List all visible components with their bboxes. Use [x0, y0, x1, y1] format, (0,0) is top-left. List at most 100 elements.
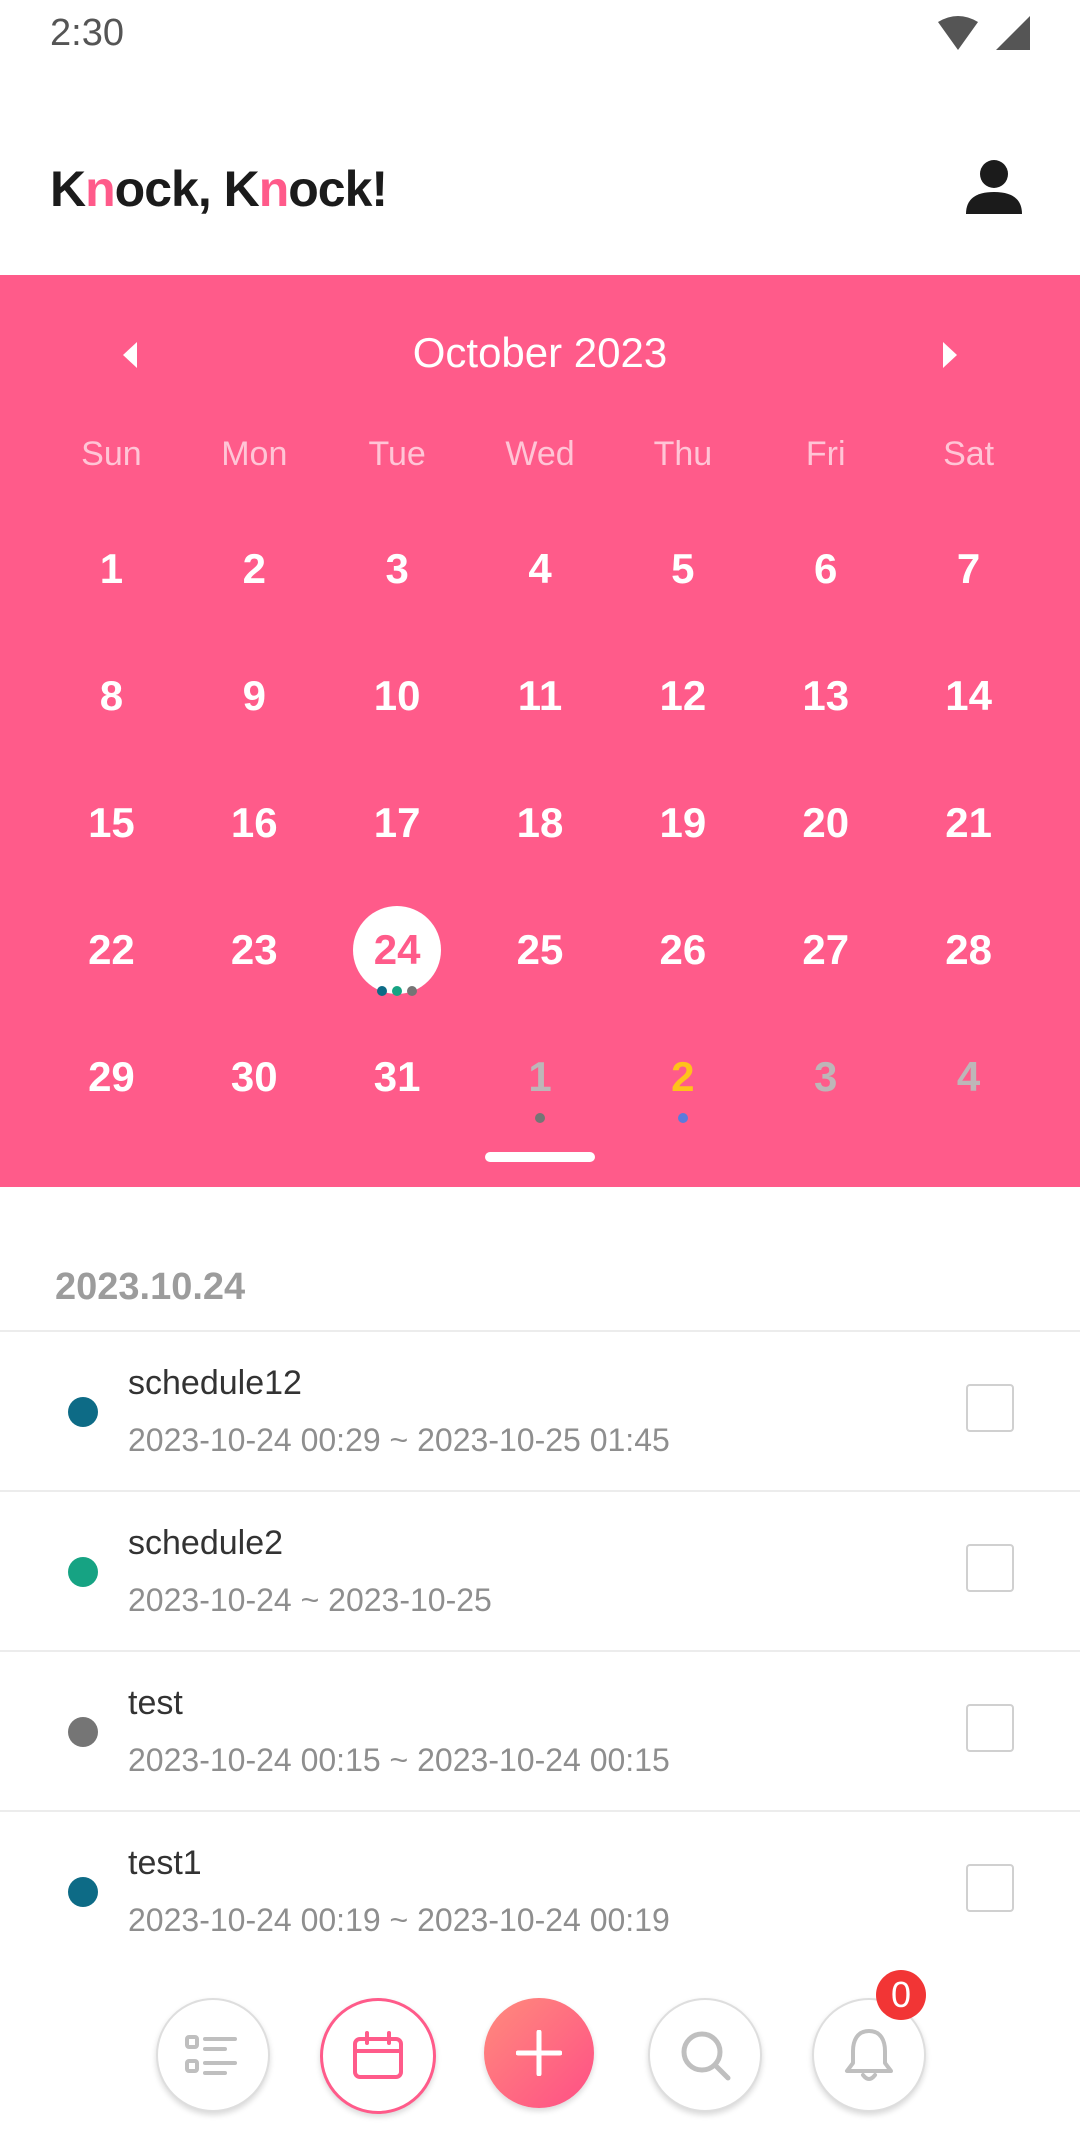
- calendar-day[interactable]: 2: [183, 511, 326, 638]
- signal-wifi-icon: [938, 16, 1030, 50]
- schedule-title: test: [128, 1684, 183, 1722]
- calendar-day[interactable]: 9: [183, 638, 326, 765]
- event-dot: [535, 1113, 545, 1123]
- list-view-button[interactable]: [156, 1998, 270, 2112]
- calendar-day[interactable]: 23: [183, 892, 326, 1019]
- calendar-day[interactable]: 14: [897, 638, 1040, 765]
- profile-icon[interactable]: [964, 156, 1024, 216]
- calendar-week: 8 9 10 11 12 13 14: [40, 638, 1040, 765]
- selected-date-label: 2023.10.24: [55, 1266, 246, 1308]
- weekday-label: Fri: [805, 435, 846, 473]
- schedule-range: 2023-10-24 00:19 ~ 2023-10-24 00:19: [128, 1902, 670, 1938]
- schedule-range: 2023-10-24 00:15 ~ 2023-10-24 00:15: [128, 1742, 670, 1778]
- calendar-day-next-month[interactable]: 3: [754, 1019, 897, 1146]
- calendar-day-next-month[interactable]: 4: [897, 1019, 1040, 1146]
- calendar-icon: [353, 2031, 403, 2079]
- calendar-day[interactable]: 26: [611, 892, 754, 1019]
- calendar-view-button[interactable]: [320, 1998, 436, 2114]
- calendar-day[interactable]: 1: [40, 511, 183, 638]
- calendar-day[interactable]: 11: [469, 638, 612, 765]
- weekday-label: Thu: [653, 435, 713, 473]
- schedule-title: schedule2: [128, 1524, 284, 1562]
- schedule-list: schedule12 2023-10-24 00:29 ~ 2023-10-25…: [0, 1330, 1080, 1970]
- calendar-day[interactable]: 16: [183, 765, 326, 892]
- color-marker: [68, 1877, 98, 1907]
- weekday-label: Tue: [368, 435, 426, 473]
- app-header: Knock, Knock!: [0, 120, 1080, 250]
- search-icon: [681, 2031, 731, 2081]
- calendar-day[interactable]: 22: [40, 892, 183, 1019]
- calendar-drag-handle[interactable]: [485, 1152, 595, 1162]
- schedule-range: 2023-10-24 00:29 ~ 2023-10-25 01:45: [128, 1422, 670, 1458]
- notifications-button[interactable]: 0: [812, 1970, 926, 2112]
- calendar-day[interactable]: 18: [469, 765, 612, 892]
- schedule-title: schedule12: [128, 1364, 302, 1402]
- month-title: October 2023: [412, 329, 668, 376]
- schedule-checkbox[interactable]: [966, 1544, 1014, 1592]
- schedule-item[interactable]: test1 2023-10-24 00:19 ~ 2023-10-24 00:1…: [0, 1810, 1080, 1970]
- schedule-item[interactable]: schedule12 2023-10-24 00:29 ~ 2023-10-25…: [0, 1330, 1080, 1490]
- bottom-nav: 0: [0, 1970, 1080, 2120]
- event-dot: [677, 1113, 688, 1123]
- event-dot: [377, 986, 388, 996]
- calendar-day[interactable]: 27: [754, 892, 897, 1019]
- calendar-day[interactable]: 13: [754, 638, 897, 765]
- calendar-day-next-month[interactable]: 2: [611, 1019, 754, 1146]
- calendar-day[interactable]: 28: [897, 892, 1040, 1019]
- event-dot: [392, 986, 403, 996]
- calendar-day[interactable]: 20: [754, 765, 897, 892]
- calendar-day[interactable]: 29: [40, 1019, 183, 1146]
- weekday-label: Mon: [221, 435, 288, 473]
- next-month-button[interactable]: [920, 325, 980, 385]
- calendar-grid: 1 2 3 4 5 6 7 8 9 10 11 12 13 14 15 16 1…: [40, 511, 1040, 1146]
- schedule-item[interactable]: test 2023-10-24 00:15 ~ 2023-10-24 00:15: [0, 1650, 1080, 1810]
- calendar-day[interactable]: 21: [897, 765, 1040, 892]
- calendar-day-selected[interactable]: 24: [326, 892, 469, 1019]
- calendar-day[interactable]: 4: [469, 511, 612, 638]
- weekday-label: Sun: [81, 435, 142, 473]
- event-dots: [611, 1113, 754, 1123]
- event-dots: [469, 1113, 612, 1123]
- schedule-title: test1: [128, 1844, 202, 1882]
- calendar-day[interactable]: 17: [326, 765, 469, 892]
- weekday-label: Sat: [943, 435, 995, 473]
- calendar-day[interactable]: 10: [326, 638, 469, 765]
- schedule-item[interactable]: schedule2 2023-10-24 ~ 2023-10-25: [0, 1490, 1080, 1650]
- weekday-label: Wed: [505, 435, 575, 473]
- calendar-day[interactable]: 12: [611, 638, 754, 765]
- calendar-header: October 2023: [0, 325, 1080, 385]
- search-button[interactable]: [648, 1998, 762, 2112]
- schedule-checkbox[interactable]: [966, 1864, 1014, 1912]
- calendar-day-next-month[interactable]: 1: [469, 1019, 612, 1146]
- color-marker: [68, 1557, 98, 1587]
- calendar-day[interactable]: 19: [611, 765, 754, 892]
- schedule-checkbox[interactable]: [966, 1704, 1014, 1752]
- schedule-range: 2023-10-24 ~ 2023-10-25: [128, 1582, 492, 1618]
- weekday-header: Sun Mon Tue Wed Thu Fri Sat: [40, 435, 1040, 474]
- calendar-week: 22 23 24 25 26 27 28: [40, 892, 1040, 1019]
- schedule-checkbox[interactable]: [966, 1384, 1014, 1432]
- calendar-day[interactable]: 6: [754, 511, 897, 638]
- calendar-day[interactable]: 8: [40, 638, 183, 765]
- calendar-day[interactable]: 15: [40, 765, 183, 892]
- notification-badge: 0: [876, 1970, 926, 2020]
- status-bar: 2:30: [0, 0, 1080, 70]
- event-dots: [326, 986, 469, 996]
- caret-right-icon: [943, 342, 957, 368]
- month-calendar: October 2023 Sun Mon Tue Wed Thu Fri Sat…: [0, 275, 1080, 1187]
- calendar-week: 15 16 17 18 19 20 21: [40, 765, 1040, 892]
- calendar-day[interactable]: 3: [326, 511, 469, 638]
- calendar-day[interactable]: 7: [897, 511, 1040, 638]
- bell-icon: [845, 2029, 893, 2081]
- calendar-day[interactable]: 5: [611, 511, 754, 638]
- color-marker: [68, 1717, 98, 1747]
- status-time: 2:30: [50, 12, 124, 54]
- list-icon: [185, 2035, 237, 2075]
- calendar-week: 29 30 31 1 2 3 4: [40, 1019, 1040, 1146]
- calendar-day[interactable]: 30: [183, 1019, 326, 1146]
- calendar-day[interactable]: 25: [469, 892, 612, 1019]
- calendar-week: 1 2 3 4 5 6 7: [40, 511, 1040, 638]
- add-schedule-button[interactable]: [484, 1998, 594, 2108]
- app-logo: Knock, Knock!: [50, 161, 388, 217]
- calendar-day[interactable]: 31: [326, 1019, 469, 1146]
